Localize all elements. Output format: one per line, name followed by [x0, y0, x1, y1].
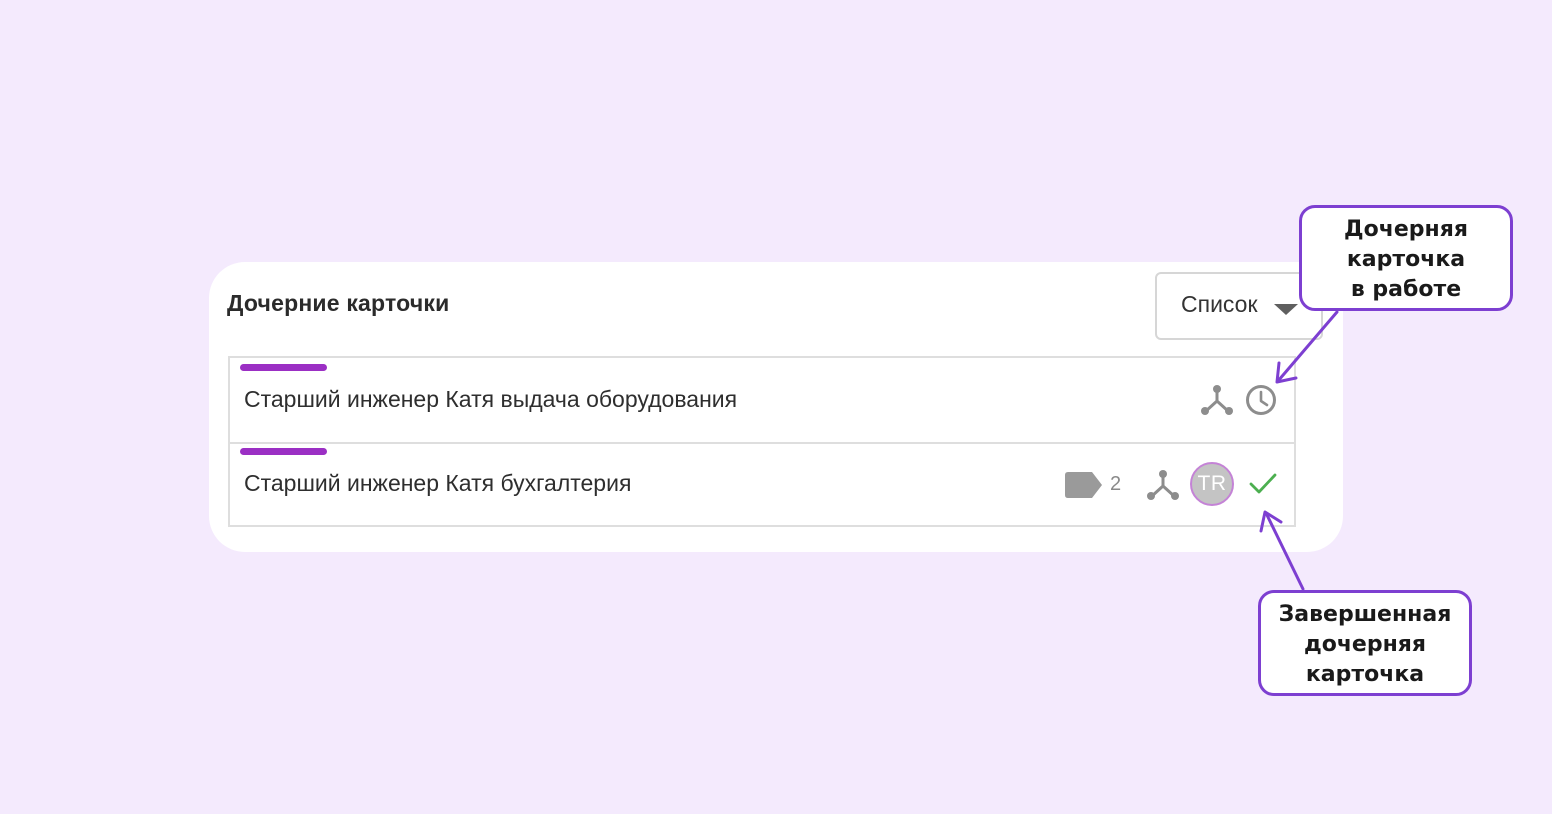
annotation-arrows: [1259, 310, 1339, 591]
arrow-to-clock: [1275, 310, 1339, 384]
arrow-to-check: [1259, 510, 1305, 591]
